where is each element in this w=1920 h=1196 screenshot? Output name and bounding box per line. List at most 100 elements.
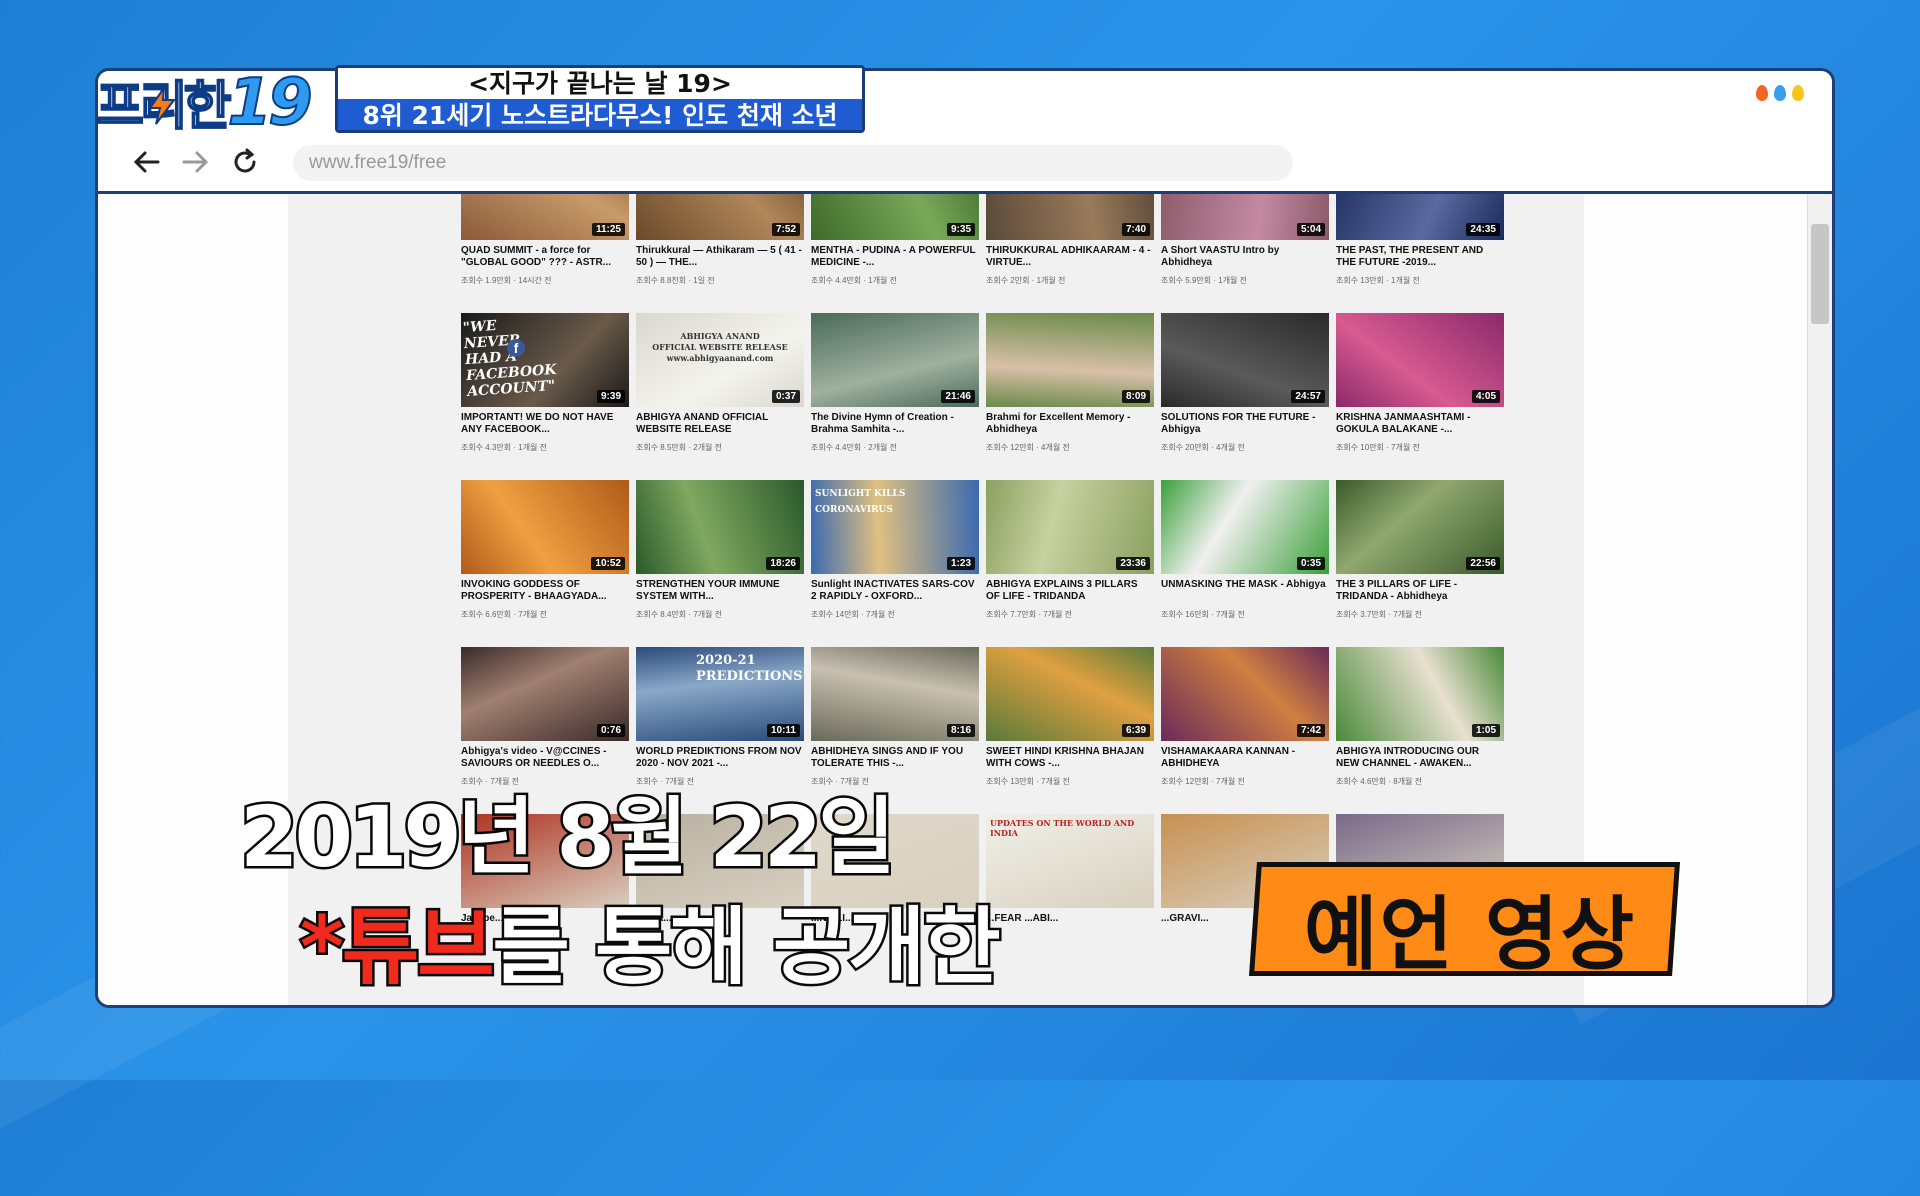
video-card[interactable]: 18:26 STRENGTHEN YOUR IMMUNE SYSTEM WITH.… [636,480,804,620]
video-card[interactable]: SUNLIGHT KILLS CORONAVIRUS 1:23 Sunlight I… [811,480,979,620]
video-thumbnail[interactable]: 7:52 [636,194,804,240]
thumbnail-text: UPDATES ON THE WORLD AND INDIA [990,818,1135,838]
video-card[interactable]: 21:46 The Divine Hymn of Creation - Brahm… [811,313,979,453]
video-thumbnail[interactable]: 7:40 [986,194,1154,240]
video-card[interactable]: WITH OTHER BODIES PAST, PRESENT AND THE … [1336,194,1504,286]
window-dot-icon[interactable] [1774,85,1786,101]
video-meta: 조회수 13만회 · 1개월 전 [1336,276,1420,285]
video-title[interactable]: SOLUTIONS FOR THE FUTURE - Abhigya [1161,412,1329,436]
video-thumbnail[interactable]: 24:57 [1161,313,1329,407]
video-thumbnail[interactable]: 7:42 [1161,647,1329,741]
video-title[interactable]: SWEET HINDI KRISHNA BHAJAN WITH COWS -..… [986,746,1154,770]
video-title[interactable]: The Divine Hymn of Creation - Brahma Sam… [811,412,979,436]
video-meta: 조회수 16만회 · 7개월 전 [1161,610,1245,619]
arrow-left-icon[interactable] [130,145,164,179]
video-title[interactable]: STRENGTHEN YOUR IMMUNE SYSTEM WITH... [636,579,804,603]
video-title[interactable]: ABHIGYA EXPLAINS 3 PILLARS OF LIFE - TRI… [986,579,1154,603]
video-thumbnail[interactable]: 8:09 [986,313,1154,407]
video-thumbnail[interactable]: 5:04 [1161,194,1329,240]
video-card[interactable]: "WE NEVER HAD A FACEBOOK ACCOUNT" f 9:39 IM… [461,313,629,453]
video-title[interactable]: ABHIGYA INTRODUCING OUR NEW CHANNEL - AW… [1336,746,1504,770]
video-title[interactable]: A Short VAASTU Intro by Abhidheya [1161,245,1329,269]
video-card[interactable]: 7:42 VISHAMAKAARA KANNAN - ABHIDHEYA 조회수 1… [1161,647,1329,787]
lightning-icon [148,86,176,125]
video-title[interactable]: IMPORTANT! WE DO NOT HAVE ANY FACEBOOK..… [461,412,629,436]
subtitle-red-word: *튜브 [298,896,497,999]
video-thumbnail[interactable]: 9:35 [811,194,979,240]
video-duration: 21:46 [941,390,975,403]
video-thumbnail[interactable]: 10:52 [461,480,629,574]
video-card[interactable]: 4:05 KRISHNA JANMAASHTAMI - GOKULA BALAKA… [1336,313,1504,453]
video-title[interactable]: ABHIDHEYA SINGS AND IF YOU TOLERATE THIS… [811,746,979,770]
video-thumbnail[interactable]: 4:05 [1336,313,1504,407]
video-thumbnail[interactable]: "WE NEVER HAD A FACEBOOK ACCOUNT" f 9:39 [461,313,629,407]
video-meta: 조회수 4.6만회 · 8개월 전 [1336,777,1423,786]
video-title[interactable]: Brahmi for Excellent Memory - Abhidheya [986,412,1154,436]
video-title[interactable]: WORLD PREDIKTIONS FROM NOV 2020 - NOV 20… [636,746,804,770]
video-title[interactable]: Abhigya's video - V@CCINES - SAVIOURS OR… [461,746,629,770]
video-title[interactable]: QUAD SUMMIT - a force for "GLOBAL GOOD" … [461,245,629,269]
video-card[interactable]: 23:36 ABHIGYA EXPLAINS 3 PILLARS OF LIFE … [986,480,1154,620]
video-duration: 8:16 [946,724,975,737]
video-thumbnail[interactable]: 22:56 [1336,480,1504,574]
video-card[interactable]: 7:52 Thirukkural — Athikaram — 5 ( 41 - 5… [636,194,804,286]
video-thumbnail[interactable]: 11:25 [461,194,629,240]
video-card[interactable]: ABHIGYA ANAND OFFICIAL WEBSITE RELEASE w… [636,313,804,453]
video-title[interactable]: ...FEAR ...ABI... [986,913,1154,937]
video-thumbnail[interactable]: 6:39 [986,647,1154,741]
url-input[interactable]: www.free19/free [293,145,1293,181]
video-card[interactable]: 1:05 ABHIGYA INTRODUCING OUR NEW CHANNEL … [1336,647,1504,787]
video-title[interactable]: Thirukkural — Athikaram — 5 ( 41 - 50 ) … [636,245,804,269]
thumbnail-text: WITH OTHER BODIES PAST, PRESENT AND THE … [1345,194,1495,197]
video-card[interactable]: 5:04 A Short VAASTU Intro by Abhidheya 조회수… [1161,194,1329,286]
video-card[interactable]: 0:76 Abhigya's video - V@CCINES - SAVIOUR… [461,647,629,787]
video-duration: 9:39 [596,390,625,403]
video-card[interactable]: 2020-21 PREDICTIONS 10:11 WORLD PREDIKTION… [636,647,804,787]
video-card[interactable]: 9:35 MENTHA - PUDINA - A POWERFUL MEDICIN… [811,194,979,286]
video-thumbnail[interactable]: 18:26 [636,480,804,574]
video-card[interactable]: 24:57 SOLUTIONS FOR THE FUTURE - Abhigya 조… [1161,313,1329,453]
video-duration: 7:40 [1121,223,1150,236]
video-thumbnail[interactable]: 0:76 [461,647,629,741]
video-card[interactable]: 7:40 THIRUKKURAL ADHIKAARAM - 4 - VIRTUE.… [986,194,1154,286]
video-thumbnail[interactable]: WITH OTHER BODIES PAST, PRESENT AND THE … [1336,194,1504,240]
video-thumbnail[interactable]: 8:16 [811,647,979,741]
video-meta: 조회수 14만회 · 7개월 전 [811,610,895,619]
video-title[interactable]: VISHAMAKAARA KANNAN - ABHIDHEYA [1161,746,1329,770]
video-thumbnail[interactable]: 2020-21 PREDICTIONS 10:11 [636,647,804,741]
reload-icon[interactable] [228,145,262,179]
video-title[interactable]: Sunlight INACTIVATES SARS-COV 2 RAPIDLY … [811,579,979,603]
video-thumbnail[interactable]: 21:46 [811,313,979,407]
video-card[interactable]: 10:52 INVOKING GODDESS OF PROSPERITY - BH… [461,480,629,620]
scrollbar-thumb[interactable] [1811,224,1829,324]
video-title[interactable]: ABHIGYA ANAND OFFICIAL WEBSITE RELEASE [636,412,804,436]
video-meta: 조회수 12만회 · 4개월 전 [986,443,1070,452]
video-card[interactable]: 6:39 SWEET HINDI KRISHNA BHAJAN WITH COWS… [986,647,1154,787]
video-duration: 1:05 [1471,724,1500,737]
video-title[interactable]: THE PAST, THE PRESENT AND THE FUTURE -20… [1336,245,1504,269]
video-title[interactable]: KRISHNA JANMAASHTAMI - GOKULA BALAKANE -… [1336,412,1504,436]
window-dot-icon[interactable] [1792,85,1804,101]
video-card[interactable]: 0:35 UNMASKING THE MASK - Abhigya 조회수 16만회… [1161,480,1329,620]
video-card[interactable]: UPDATES ON THE WORLD AND INDIA ...FEAR ..… [986,814,1154,937]
video-card[interactable]: 8:16 ABHIDHEYA SINGS AND IF YOU TOLERATE … [811,647,979,787]
video-title[interactable]: THIRUKKURAL ADHIKAARAM - 4 - VIRTUE... [986,245,1154,269]
video-thumbnail[interactable]: ABHIGYA ANAND OFFICIAL WEBSITE RELEASE w… [636,313,804,407]
video-title[interactable]: THE 3 PILLARS OF LIFE - TRIDANDA - Abhid… [1336,579,1504,603]
logo-number: 19 [227,65,314,141]
video-thumbnail[interactable]: 23:36 [986,480,1154,574]
scrollbar[interactable] [1807,194,1832,1005]
video-title[interactable]: MENTHA - PUDINA - A POWERFUL MEDICINE -.… [811,245,979,269]
video-thumbnail[interactable]: 0:35 [1161,480,1329,574]
video-thumbnail[interactable]: UPDATES ON THE WORLD AND INDIA [986,814,1154,908]
video-card[interactable]: 8:09 Brahmi for Excellent Memory - Abhidh… [986,313,1154,453]
arrow-right-icon[interactable] [178,145,212,179]
video-meta: 조회수 4.4만회 · 2개월 전 [811,443,898,452]
video-title[interactable]: INVOKING GODDESS OF PROSPERITY - BHAAGYA… [461,579,629,603]
video-card[interactable]: 22:56 THE 3 PILLARS OF LIFE - TRIDANDA - … [1336,480,1504,620]
window-dot-icon[interactable] [1756,85,1768,101]
video-thumbnail[interactable]: 1:05 [1336,647,1504,741]
video-thumbnail[interactable]: SUNLIGHT KILLS CORONAVIRUS 1:23 [811,480,979,574]
video-card[interactable]: 11:25 QUAD SUMMIT - a force for "GLOBAL G… [461,194,629,286]
video-title[interactable]: UNMASKING THE MASK - Abhigya [1161,579,1329,603]
